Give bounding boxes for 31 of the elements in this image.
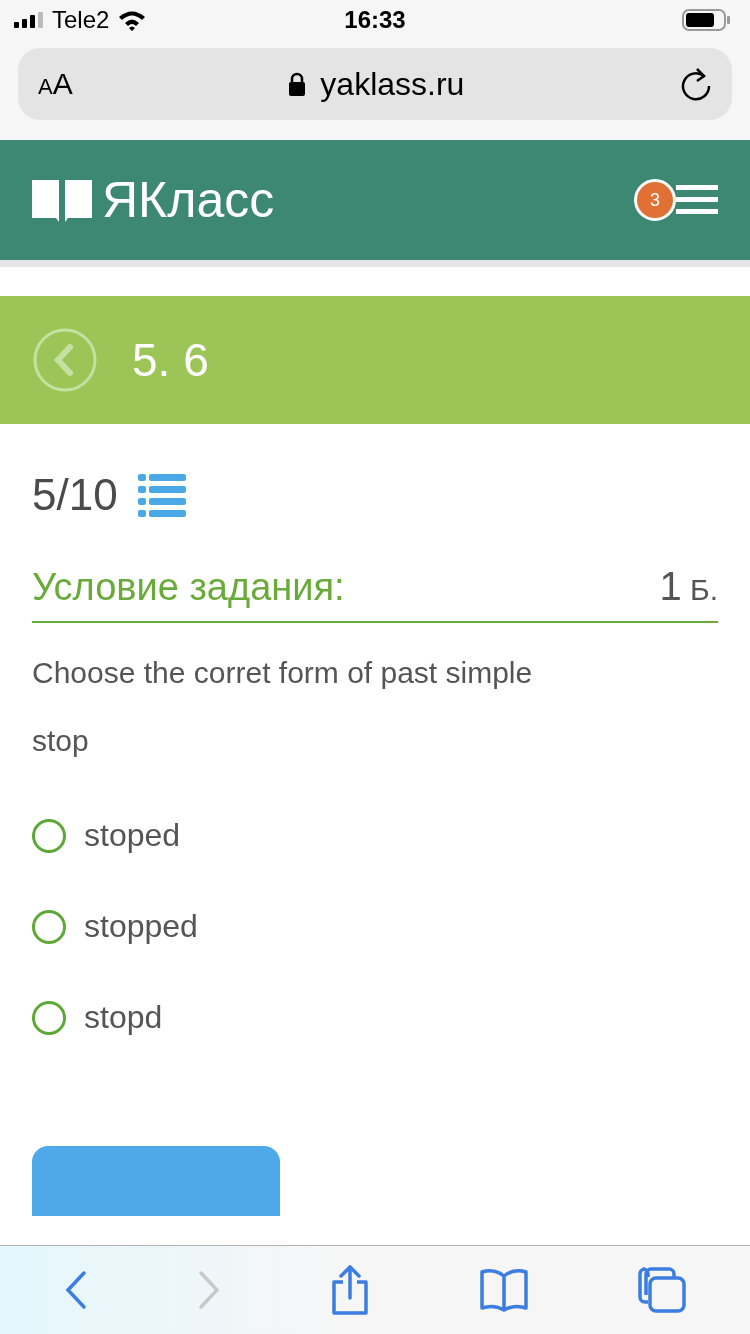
logo-text: ЯКласс xyxy=(102,171,275,229)
radio-button[interactable] xyxy=(32,1000,66,1035)
back-icon[interactable] xyxy=(64,1270,89,1310)
share-icon[interactable] xyxy=(330,1265,370,1315)
progress-count: 5/10 xyxy=(32,470,118,520)
condition-title: Условие задания: xyxy=(32,566,345,609)
signal-icon xyxy=(14,12,44,28)
question-text: stop xyxy=(32,723,90,759)
notification-badge: 3 xyxy=(634,179,676,221)
carrier-name: Tele2 xyxy=(52,6,110,34)
battery-icon xyxy=(682,9,730,31)
lesson-title: 5. 6 xyxy=(132,333,209,387)
radio-button[interactable] xyxy=(32,909,66,944)
answer-option[interactable]: stopd xyxy=(32,999,718,1036)
wifi-icon xyxy=(117,9,148,31)
answer-option[interactable]: stoped xyxy=(32,817,718,854)
list-icon[interactable] xyxy=(137,472,186,518)
question-text: Choose the corret form of past simple xyxy=(32,655,534,691)
lock-icon xyxy=(288,72,307,96)
tabs-icon[interactable] xyxy=(637,1267,686,1313)
address-bar[interactable]: AA yaklass.ru xyxy=(18,48,732,120)
clock-time: 16:33 xyxy=(344,6,406,34)
points: 1 Б. xyxy=(659,564,718,609)
answer-option[interactable]: stopped xyxy=(32,908,718,945)
reload-icon[interactable] xyxy=(680,67,712,101)
book-icon xyxy=(32,178,92,222)
book-icon[interactable] xyxy=(478,1268,529,1312)
radio-button[interactable] xyxy=(32,818,66,853)
url-text: yaklass.ru xyxy=(320,65,465,103)
menu-icon[interactable] xyxy=(676,185,718,215)
text-size-button[interactable]: AA xyxy=(38,67,73,101)
